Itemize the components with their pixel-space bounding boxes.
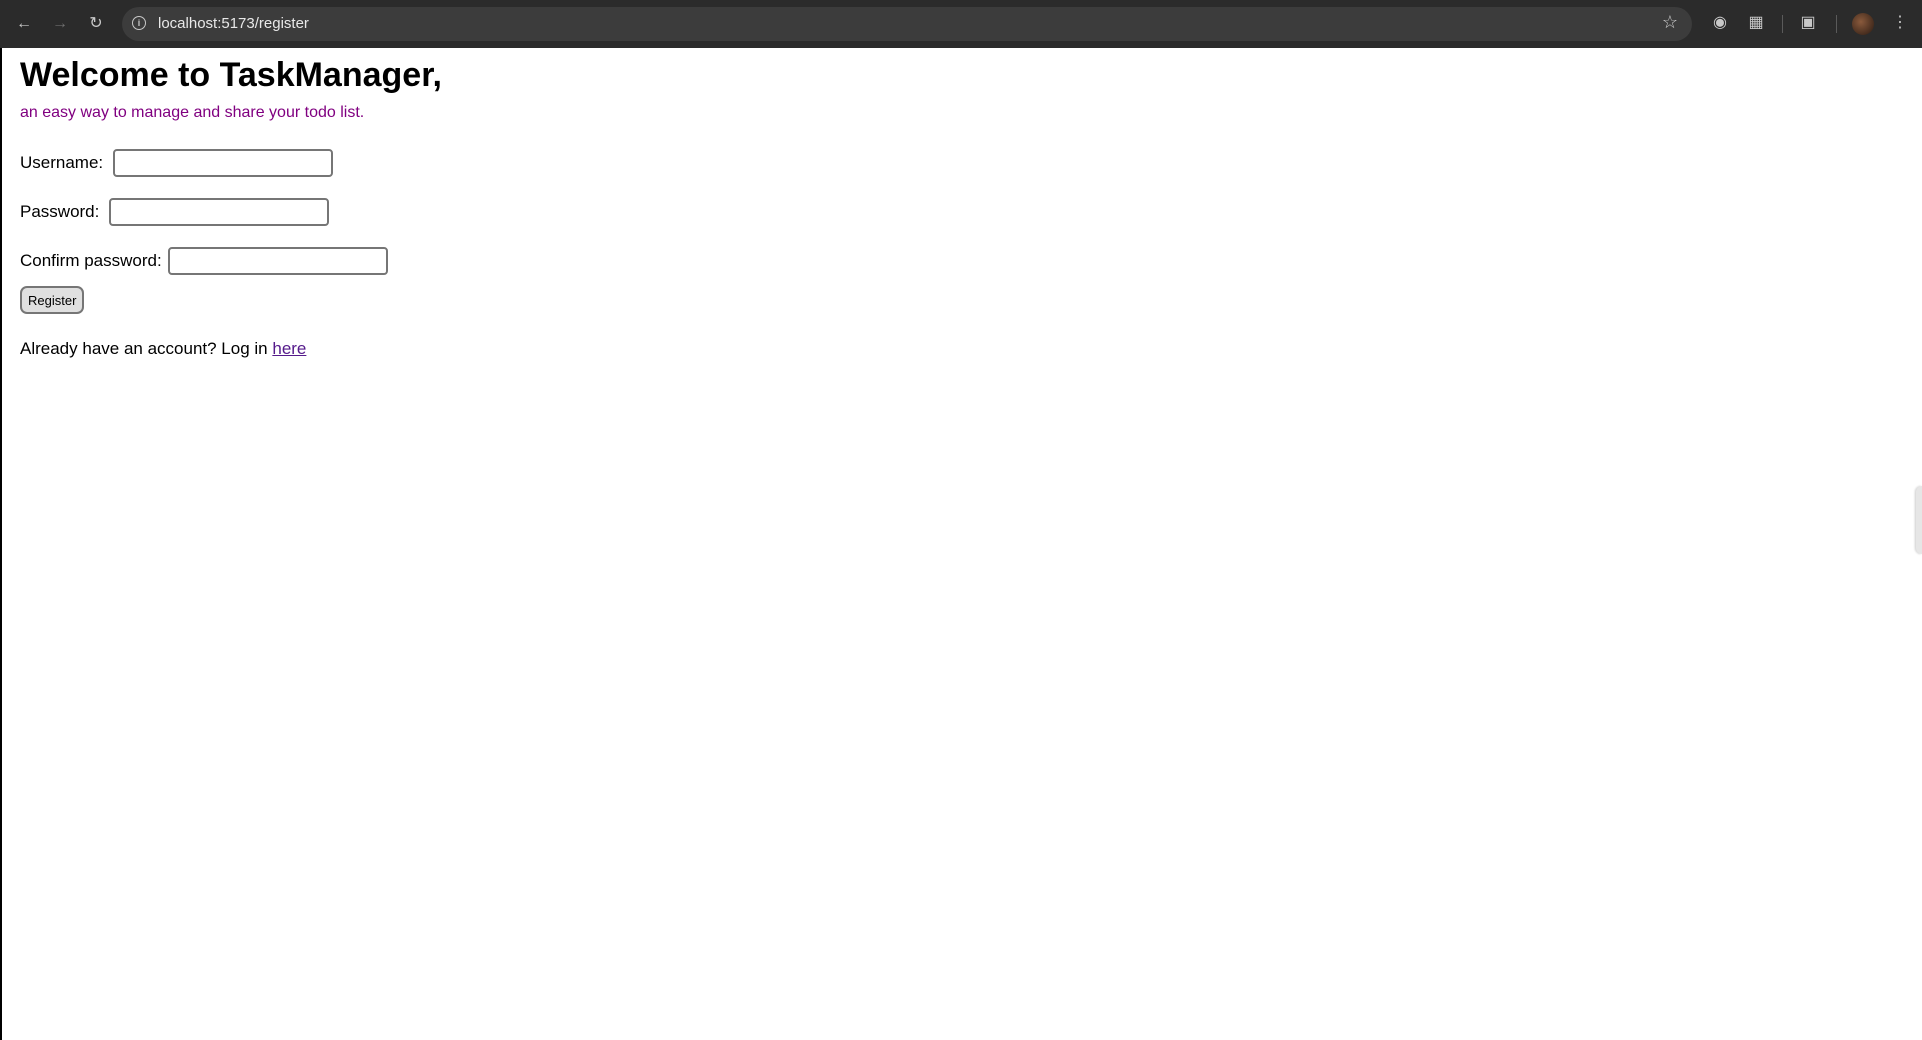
url-text[interactable]: localhost:5173/register <box>158 15 309 32</box>
address-bar[interactable]: i localhost:5173/register ☆ <box>122 7 1692 41</box>
username-input[interactable] <box>113 149 333 177</box>
page-subtitle: an easy way to manage and share your tod… <box>20 104 365 121</box>
confirm-password-input[interactable] <box>168 247 388 275</box>
username-label: Username: <box>20 153 104 172</box>
register-button[interactable]: Register <box>20 286 85 314</box>
login-link[interactable]: here <box>272 339 306 358</box>
password-label: Password: <box>20 202 100 221</box>
browser-toolbar: ← → ↻ i localhost:5173/register ☆ ◉ ▦ ▣ … <box>0 0 1922 48</box>
password-input[interactable] <box>109 198 329 226</box>
toolbar-divider <box>1836 15 1837 33</box>
toolbar-divider <box>1782 15 1783 33</box>
login-prompt: Already have an account? Log in here <box>20 339 306 359</box>
side-panel-handle[interactable] <box>1916 486 1922 554</box>
page-content: Welcome to TaskManager, an easy way to m… <box>2 48 1922 1040</box>
avatar[interactable] <box>1852 13 1874 35</box>
page-title: Welcome to TaskManager, <box>20 56 442 94</box>
back-arrow-icon[interactable]: ← <box>12 12 36 36</box>
puzzle-icon[interactable]: ▦ <box>1745 12 1767 34</box>
reload-icon[interactable]: ↻ <box>84 12 108 36</box>
star-icon[interactable]: ☆ <box>1662 12 1678 33</box>
grammarly-icon[interactable]: ◉ <box>1709 12 1731 34</box>
confirm-password-label: Confirm password: <box>20 251 162 270</box>
info-icon[interactable]: i <box>132 16 146 30</box>
forward-arrow-icon[interactable]: → <box>48 12 72 36</box>
login-prompt-text: Already have an account? Log in <box>20 339 268 358</box>
kebab-menu-icon[interactable]: ⋮ <box>1889 12 1911 34</box>
cast-search-icon[interactable]: ▣ <box>1797 12 1819 34</box>
